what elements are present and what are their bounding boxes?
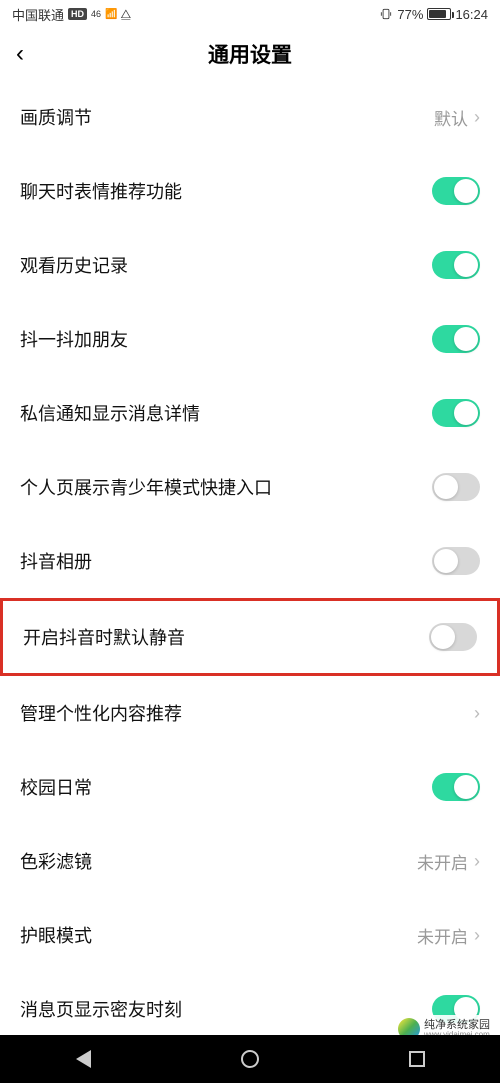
network-type: 46: [91, 9, 101, 19]
header: ‹ 通用设置: [0, 28, 500, 80]
settings-list: 画质调节 默认 › 聊天时表情推荐功能 观看历史记录 抖一抖加朋友 私信通知显示…: [0, 80, 500, 1046]
chevron-right-icon: ›: [474, 107, 480, 128]
row-right: 未开启 ›: [417, 923, 480, 948]
toggle-watch-history[interactable]: [432, 251, 480, 279]
nav-home-button[interactable]: [236, 1045, 264, 1073]
battery-icon: [427, 8, 451, 20]
page-title: 通用设置: [208, 39, 292, 69]
back-button[interactable]: ‹: [16, 40, 24, 68]
hd-badge: HD: [68, 8, 87, 20]
nav-recent-button[interactable]: [403, 1045, 431, 1073]
row-right: ›: [474, 703, 480, 724]
row-emoji-recommend: 聊天时表情推荐功能: [0, 154, 500, 228]
row-label: 管理个性化内容推荐: [20, 700, 182, 726]
chevron-right-icon: ›: [474, 703, 480, 724]
row-label: 画质调节: [20, 104, 92, 130]
row-default-mute: 开启抖音时默认静音: [0, 598, 500, 676]
toggle-dm-detail[interactable]: [432, 399, 480, 427]
status-bar: 中国联通 HD 46 📶 ⧋ 77% 16:24: [0, 0, 500, 28]
row-label: 个人页展示青少年模式快捷入口: [20, 474, 272, 500]
nav-back-button[interactable]: [69, 1045, 97, 1073]
row-label: 校园日常: [20, 774, 92, 800]
status-left: 中国联通 HD 46 📶 ⧋: [12, 5, 131, 24]
status-right: 77% 16:24: [379, 7, 488, 22]
toggle-default-mute[interactable]: [429, 623, 477, 651]
row-label: 私信通知显示消息详情: [20, 400, 200, 426]
toggle-emoji-recommend[interactable]: [432, 177, 480, 205]
toggle-teen-entry[interactable]: [432, 473, 480, 501]
row-value: 未开启: [417, 849, 468, 874]
row-dm-detail: 私信通知显示消息详情: [0, 376, 500, 450]
row-personalized[interactable]: 管理个性化内容推荐 ›: [0, 676, 500, 750]
watermark-title: 纯净系统家园: [424, 1019, 490, 1031]
row-eye-care[interactable]: 护眼模式 未开启 ›: [0, 898, 500, 972]
row-right: 默认 ›: [434, 105, 480, 130]
row-label: 开启抖音时默认静音: [23, 624, 185, 650]
row-label: 观看历史记录: [20, 252, 128, 278]
row-label: 抖一抖加朋友: [20, 326, 128, 352]
row-value: 未开启: [417, 923, 468, 948]
row-teen-entry: 个人页展示青少年模式快捷入口: [0, 450, 500, 524]
row-label: 色彩滤镜: [20, 848, 92, 874]
chevron-right-icon: ›: [474, 851, 480, 872]
wifi-icon: ⧋: [120, 7, 131, 22]
toggle-album[interactable]: [432, 547, 480, 575]
carrier-label: 中国联通: [12, 5, 64, 24]
toggle-campus[interactable]: [432, 773, 480, 801]
row-label: 护眼模式: [20, 922, 92, 948]
row-watch-history: 观看历史记录: [0, 228, 500, 302]
clock: 16:24: [455, 7, 488, 22]
row-label: 抖音相册: [20, 548, 92, 574]
row-campus: 校园日常: [0, 750, 500, 824]
row-color-filter[interactable]: 色彩滤镜 未开启 ›: [0, 824, 500, 898]
row-shake-friend: 抖一抖加朋友: [0, 302, 500, 376]
row-quality[interactable]: 画质调节 默认 ›: [0, 80, 500, 154]
battery-percent: 77%: [397, 7, 423, 22]
chevron-right-icon: ›: [474, 925, 480, 946]
row-value: 默认: [434, 105, 468, 130]
system-nav-bar: [0, 1035, 500, 1083]
toggle-shake-friend[interactable]: [432, 325, 480, 353]
row-label: 消息页显示密友时刻: [20, 996, 182, 1022]
signal-icon: 📶: [105, 9, 116, 20]
vibrate-icon: [379, 7, 393, 21]
row-label: 聊天时表情推荐功能: [20, 178, 182, 204]
row-right: 未开启 ›: [417, 849, 480, 874]
row-album: 抖音相册: [0, 524, 500, 598]
